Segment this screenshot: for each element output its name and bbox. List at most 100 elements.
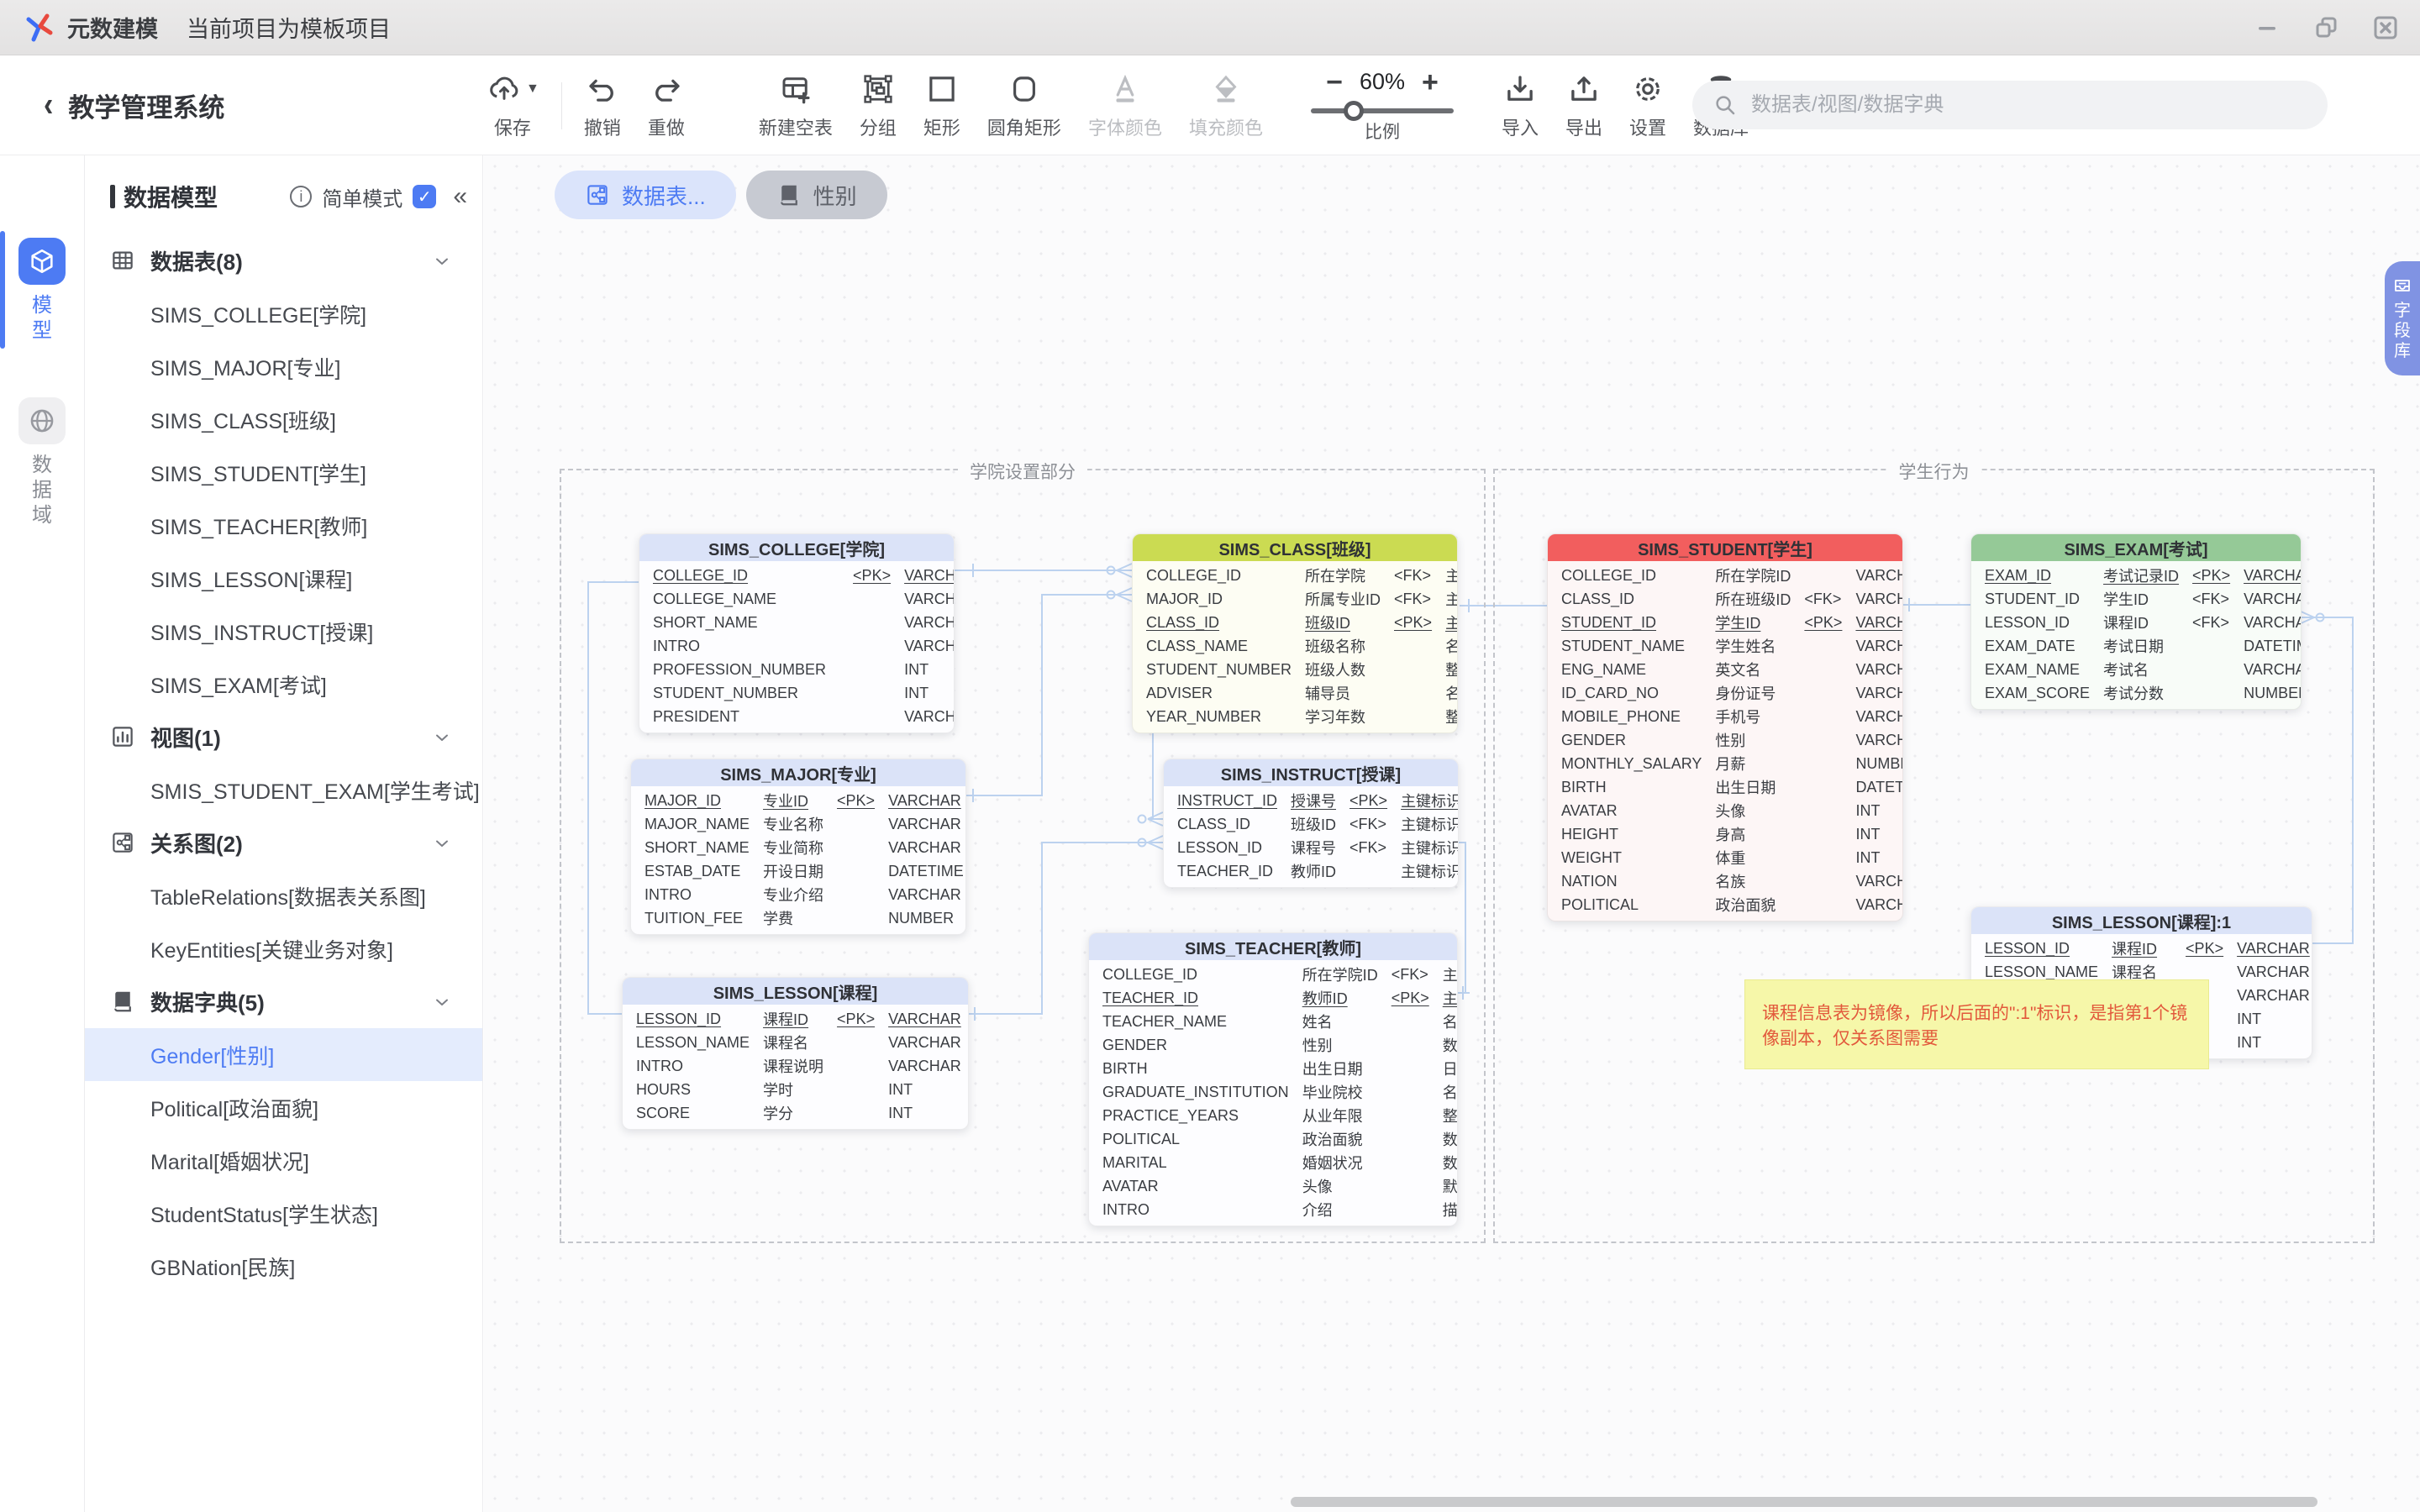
undo-button[interactable]: 撤销	[571, 71, 634, 140]
sidebar-section-0[interactable]: 数据表(8)	[85, 234, 482, 287]
field-row[interactable]: STUDENT_NUMBERINT	[639, 681, 955, 705]
save-button[interactable]: ▼ 保存	[472, 71, 553, 140]
field-row[interactable]: MONTHLY_SALARY月薪NUMBER32	[1548, 752, 1903, 775]
sidebar-item[interactable]: KeyEntities[关键业务对象]	[85, 922, 482, 975]
field-row[interactable]: STUDENT_NUMBER班级人数整数	[1133, 658, 1458, 681]
zoom-out-button[interactable]: −	[1326, 68, 1343, 97]
zoom-slider-knob[interactable]	[1344, 101, 1364, 121]
horizontal-scrollbar[interactable]	[1291, 1497, 2317, 1507]
field-row[interactable]: TEACHER_ID教师ID主键标识	[1164, 859, 1459, 883]
canvas-tab-1[interactable]: 性别	[746, 171, 887, 219]
sidebar-item[interactable]: SIMS_TEACHER[教师]	[85, 499, 482, 552]
field-row[interactable]: COLLEGE_ID所在学院IDVARCHAR32	[1548, 564, 1903, 587]
field-row[interactable]: EXAM_ID考试记录ID<PK>VARCHAR32	[1971, 564, 2302, 587]
sidebar-section-3[interactable]: 数据字典(5)	[85, 975, 482, 1028]
field-row[interactable]: ENG_NAME英文名VARCHAR90	[1548, 658, 1903, 681]
field-row[interactable]: LESSON_NAME课程名VARCHAR90	[623, 1031, 969, 1054]
new-empty-table-button[interactable]: 新建空表	[745, 71, 846, 140]
field-row[interactable]: ID_CARD_NO身份证号VARCHAR60	[1548, 681, 1903, 705]
field-row[interactable]: HEIGHT身高INT	[1548, 822, 1903, 846]
rail-item-model[interactable]: 模型	[0, 238, 84, 344]
field-row[interactable]: POLITICAL政治面貌数据字典	[1089, 1127, 1458, 1151]
save-dropdown-caret-icon[interactable]: ▼	[526, 81, 539, 97]
field-row[interactable]: PROFESSION_NUMBERINT	[639, 658, 955, 681]
field-row[interactable]: MAJOR_NAME专业名称VARCHAR90	[631, 812, 966, 836]
entity-class[interactable]: SIMS_CLASS[班级]COLLEGE_ID所在学院<FK>主键标识MAJO…	[1132, 533, 1458, 733]
field-row[interactable]: TUITION_FEE学费NUMBER32	[631, 906, 966, 930]
sidebar-item[interactable]: Gender[性别]	[85, 1028, 482, 1081]
field-row[interactable]: PRACTICE_YEARS从业年限整数	[1089, 1104, 1458, 1127]
field-row[interactable]: AVATAR头像INT	[1548, 799, 1903, 822]
entity-college[interactable]: SIMS_COLLEGE[学院]COLLEGE_ID<PK>VARCHAR32C…	[639, 533, 955, 733]
zoom-slider[interactable]	[1311, 108, 1454, 113]
sidebar-section-1[interactable]: 视图(1)	[85, 711, 482, 764]
entity-instruct[interactable]: SIMS_INSTRUCT[授课]INSTRUCT_ID授课号<PK>主键标识C…	[1163, 759, 1459, 888]
collapse-panel-icon[interactable]: «	[453, 182, 467, 211]
diagram-canvas[interactable]: 数据表...性别 学院设置部分学生行为 SIMS_COLLEGE[学院]COLL…	[484, 155, 2420, 1512]
field-row[interactable]: BIRTH出生日期日期时间	[1089, 1057, 1458, 1080]
search-box[interactable]	[1692, 81, 2328, 129]
field-row[interactable]: INTRO课程说明VARCHAR900	[623, 1054, 969, 1078]
field-row[interactable]: CLASS_ID班级ID<FK>主键标识	[1164, 812, 1459, 836]
field-row[interactable]: INSTRUCT_ID授课号<PK>主键标识	[1164, 789, 1459, 812]
entity-exam[interactable]: SIMS_EXAM[考试]EXAM_ID考试记录ID<PK>VARCHAR32S…	[1970, 533, 2302, 710]
field-row[interactable]: BIRTH出生日期DATETIME	[1548, 775, 1903, 799]
field-row[interactable]: INTROVARCHAR900	[639, 634, 955, 658]
entity-teacher[interactable]: SIMS_TEACHER[教师]COLLEGE_ID所在学院ID<FK>主键标识…	[1088, 932, 1458, 1226]
field-row[interactable]: ADVISER辅导员名称	[1133, 681, 1458, 705]
field-row[interactable]: POLITICAL政治面貌VARCHAR32	[1548, 893, 1903, 916]
field-row[interactable]: CLASS_ID所在班级ID<FK>VARCHAR32	[1548, 587, 1903, 611]
field-row[interactable]: SCORE学分INT	[623, 1101, 969, 1125]
field-row[interactable]: COLLEGE_NAMEVARCHAR90	[639, 587, 955, 611]
mirror-note[interactable]: 课程信息表为镜像，所以后面的":1"标识，是指第1个镜像副本，仅关系图需要	[1744, 979, 2209, 1069]
field-row[interactable]: LESSON_ID课程ID<PK>VARCHAR32	[623, 1007, 969, 1031]
entity-lesson[interactable]: SIMS_LESSON[课程]LESSON_ID课程ID<PK>VARCHAR3…	[622, 977, 969, 1130]
sidebar-item[interactable]: Marital[婚姻状况]	[85, 1134, 482, 1187]
field-row[interactable]: HOURS学时INT	[623, 1078, 969, 1101]
field-row[interactable]: EXAM_NAME考试名VARCHAR90	[1971, 658, 2302, 681]
field-row[interactable]: COLLEGE_ID所在学院ID<FK>主键标识	[1089, 963, 1458, 986]
field-row[interactable]: EXAM_SCORE考试分数NUMBER32	[1971, 681, 2302, 705]
field-row[interactable]: MAJOR_ID所属专业ID<FK>主键标识	[1133, 587, 1458, 611]
redo-button[interactable]: 重做	[634, 71, 698, 140]
info-icon[interactable]: i	[290, 186, 312, 207]
zoom-in-button[interactable]: +	[1422, 68, 1439, 97]
sidebar-item[interactable]: GBNation[民族]	[85, 1240, 482, 1293]
sidebar-item[interactable]: SIMS_STUDENT[学生]	[85, 446, 482, 499]
chevron-down-icon[interactable]	[432, 833, 452, 853]
field-row[interactable]: GRADUATE_INSTITUTION毕业院校名称	[1089, 1080, 1458, 1104]
field-row[interactable]: STUDENT_ID学生ID<PK>VARCHAR32	[1548, 611, 1903, 634]
field-row[interactable]: LESSON_ID课程ID<FK>VARCHAR32	[1971, 611, 2302, 634]
sidebar-section-2[interactable]: 关系图(2)	[85, 816, 482, 869]
sidebar-item[interactable]: SIMS_LESSON[课程]	[85, 552, 482, 605]
entity-student[interactable]: SIMS_STUDENT[学生]COLLEGE_ID所在学院IDVARCHAR3…	[1547, 533, 1903, 921]
field-library-tab[interactable]: 字段库	[2385, 261, 2420, 375]
field-row[interactable]: STUDENT_NAME学生姓名VARCHAR90	[1548, 634, 1903, 658]
font-color-button[interactable]: 字体颜色	[1075, 71, 1176, 140]
canvas-tab-0[interactable]: 数据表...	[555, 171, 736, 219]
fill-color-button[interactable]: 填充颜色	[1176, 71, 1276, 140]
rail-item-data-domain[interactable]: 数据域	[0, 397, 84, 528]
field-row[interactable]: INTRO介绍描述文本	[1089, 1198, 1458, 1221]
search-input[interactable]	[1751, 93, 2307, 117]
close-icon[interactable]	[2373, 15, 2398, 40]
rectangle-button[interactable]: 矩形	[910, 71, 974, 140]
group-button[interactable]: 分组	[846, 71, 910, 140]
settings-button[interactable]: 设置	[1616, 71, 1680, 140]
import-button[interactable]: 导入	[1488, 71, 1552, 140]
field-row[interactable]: EXAM_DATE考试日期DATETIME	[1971, 634, 2302, 658]
back-button[interactable]: ‹ 教学管理系统	[44, 55, 224, 155]
field-row[interactable]: SHORT_NAMEVARCHAR90	[639, 611, 955, 634]
sidebar-item[interactable]: SIMS_EXAM[考试]	[85, 658, 482, 711]
field-row[interactable]: LESSON_ID课程号<FK>主键标识	[1164, 836, 1459, 859]
sidebar-item[interactable]: StudentStatus[学生状态]	[85, 1187, 482, 1240]
sidebar-item[interactable]: SMIS_STUDENT_EXAM[学生考试]	[85, 764, 482, 816]
field-row[interactable]: TEACHER_NAME姓名名称	[1089, 1010, 1458, 1033]
chevron-down-icon[interactable]	[432, 727, 452, 748]
field-row[interactable]: MARITAL婚姻状况数据字典	[1089, 1151, 1458, 1174]
sidebar-item[interactable]: SIMS_INSTRUCT[授课]	[85, 605, 482, 658]
field-row[interactable]: INTRO专业介绍VARCHAR900	[631, 883, 966, 906]
simple-mode-checkbox[interactable]: ✓	[413, 185, 436, 208]
rounded-rectangle-button[interactable]: 圆角矩形	[974, 71, 1075, 140]
field-row[interactable]: AVATAR头像默认字串	[1089, 1174, 1458, 1198]
